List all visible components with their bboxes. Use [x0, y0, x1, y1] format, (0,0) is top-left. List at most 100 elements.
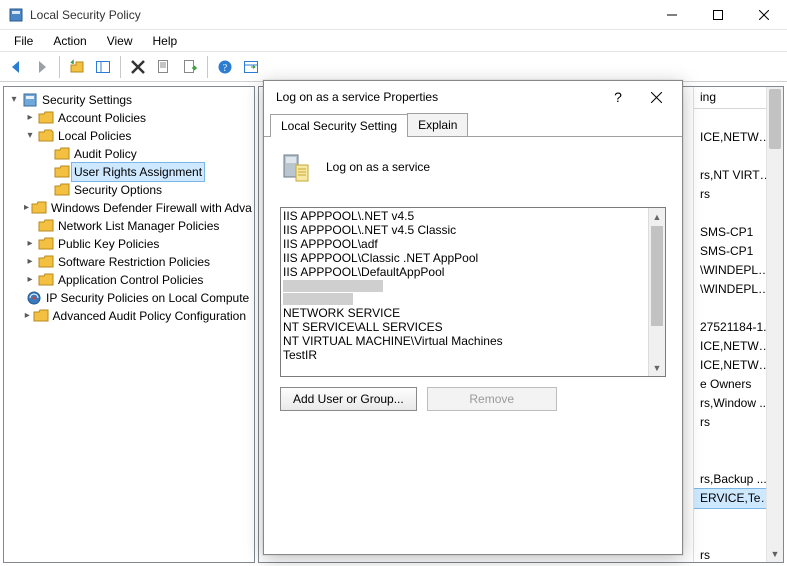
scroll-down-icon[interactable]: ▼: [767, 545, 783, 562]
dialog-close-button[interactable]: [636, 83, 676, 111]
back-button[interactable]: [4, 55, 28, 79]
tree-item[interactable]: ▸ Windows Defender Firewall with Adva: [24, 199, 254, 217]
folder-icon: [38, 272, 54, 288]
member-item[interactable]: NT SERVICE\ALL SERVICES: [283, 320, 646, 334]
properties-dialog: Log on as a service Properties ? Local S…: [263, 80, 683, 555]
help-button[interactable]: ?: [213, 55, 237, 79]
maximize-button[interactable]: [695, 0, 741, 30]
folder-icon: [38, 128, 54, 144]
security-settings-icon: [22, 92, 38, 108]
menu-action[interactable]: Action: [45, 32, 94, 50]
tree-item[interactable]: Audit Policy: [40, 145, 254, 163]
expand-icon[interactable]: ▸: [24, 238, 36, 250]
policy-name-label: Log on as a service: [326, 160, 430, 174]
dialog-help-button[interactable]: ?: [600, 83, 636, 111]
folder-icon: [38, 236, 54, 252]
tree-root-item[interactable]: ▾ Security Settings: [8, 91, 254, 109]
menu-bar: File Action View Help: [0, 30, 787, 52]
tree-item-label: Public Key Policies: [56, 235, 161, 253]
redacted-member: [283, 293, 353, 305]
expand-icon[interactable]: ▸: [24, 112, 36, 124]
tree-item[interactable]: ▸ Public Key Policies: [24, 235, 254, 253]
listbox-scrollbar[interactable]: ▲ ▼: [648, 208, 665, 376]
scrollbar-thumb[interactable]: [769, 89, 781, 149]
dialog-title-bar[interactable]: Log on as a service Properties ?: [264, 81, 682, 113]
toolbar: ?: [0, 52, 787, 82]
member-item[interactable]: IIS APPPOOL\.NET v4.5: [283, 209, 646, 223]
properties-button[interactable]: [152, 55, 176, 79]
tree-item[interactable]: IP Security Policies on Local Compute: [24, 289, 254, 307]
menu-help[interactable]: Help: [145, 32, 186, 50]
expand-icon[interactable]: ▸: [24, 256, 36, 268]
tree-pane[interactable]: ▾ Security Settings ▸ Account Policies ▾ Loca…: [3, 86, 255, 563]
remove-button[interactable]: Remove: [427, 387, 557, 411]
tree-item-label: Advanced Audit Policy Configuration: [51, 307, 248, 325]
details-scrollbar[interactable]: ▲ ▼: [766, 87, 783, 562]
policy-icon: [280, 151, 312, 183]
member-item[interactable]: IIS APPPOOL\adf: [283, 237, 646, 251]
tree-item-label: Account Policies: [56, 109, 148, 127]
folder-icon: [54, 146, 70, 162]
tree-item-label: Local Policies: [56, 127, 133, 145]
tree-item[interactable]: ▾ Local Policies: [24, 127, 254, 145]
window-title: Local Security Policy: [30, 8, 141, 22]
tab-local-security-setting[interactable]: Local Security Setting: [270, 114, 408, 137]
menu-file[interactable]: File: [6, 32, 41, 50]
tree-item-label: Security Options: [72, 181, 164, 199]
close-button[interactable]: [741, 0, 787, 30]
member-item[interactable]: NETWORK SERVICE: [283, 306, 646, 320]
folder-icon: [26, 290, 42, 306]
title-bar: Local Security Policy: [0, 0, 787, 30]
expand-icon[interactable]: ▾: [8, 94, 20, 106]
folder-icon: [38, 110, 54, 126]
svg-text:?: ?: [223, 63, 228, 74]
tree-item-label: User Rights Assignment: [72, 163, 204, 181]
menu-view[interactable]: View: [99, 32, 141, 50]
folder-icon: [38, 254, 54, 270]
member-item[interactable]: IIS APPPOOL\DefaultAppPool: [283, 265, 646, 279]
up-button[interactable]: [65, 55, 89, 79]
tree-item[interactable]: ▸ Software Restriction Policies: [24, 253, 254, 271]
folder-icon: [33, 308, 49, 324]
tree-item-label: Network List Manager Policies: [56, 217, 221, 235]
tree-item[interactable]: ▸ Advanced Audit Policy Configuration: [24, 307, 254, 325]
forward-button[interactable]: [30, 55, 54, 79]
delete-button[interactable]: [126, 55, 150, 79]
folder-icon: [54, 164, 70, 180]
expand-icon[interactable]: ▸: [24, 274, 36, 286]
tree-item[interactable]: ▸ Application Control Policies: [24, 271, 254, 289]
dialog-tabstrip: Local Security Setting Explain: [264, 113, 682, 137]
tree-item[interactable]: Security Options: [40, 181, 254, 199]
expand-icon[interactable]: ▸: [24, 310, 31, 322]
expand-icon[interactable]: ▾: [24, 130, 36, 142]
listbox-scroll-down-icon[interactable]: ▼: [649, 359, 665, 376]
folder-icon: [31, 200, 47, 216]
member-item[interactable]: IIS APPPOOL\.NET v4.5 Classic: [283, 223, 646, 237]
tree-item-label: Windows Defender Firewall with Adva: [49, 199, 254, 217]
dialog-title: Log on as a service Properties: [276, 90, 600, 104]
tree-item-label: Security Settings: [40, 91, 134, 109]
folder-icon: [38, 218, 54, 234]
member-item[interactable]: TestIR: [283, 348, 646, 362]
tree-item[interactable]: Network List Manager Policies: [24, 217, 254, 235]
minimize-button[interactable]: [649, 0, 695, 30]
tree-item-label: IP Security Policies on Local Compute: [44, 289, 251, 307]
tree-item[interactable]: ▸ Account Policies: [24, 109, 254, 127]
tree-item[interactable]: User Rights Assignment: [40, 163, 254, 181]
refresh-button[interactable]: [239, 55, 263, 79]
tree-item-label: Audit Policy: [72, 145, 139, 163]
app-icon: [8, 7, 24, 23]
member-item[interactable]: NT VIRTUAL MACHINE\Virtual Machines: [283, 334, 646, 348]
members-listbox[interactable]: IIS APPPOOL\.NET v4.5IIS APPPOOL\.NET v4…: [280, 207, 666, 377]
tab-explain[interactable]: Explain: [407, 113, 468, 136]
redacted-member: [283, 280, 383, 292]
show-hide-tree-button[interactable]: [91, 55, 115, 79]
tree-item-label: Software Restriction Policies: [56, 253, 212, 271]
tree-item-label: Application Control Policies: [56, 271, 205, 289]
expand-icon[interactable]: ▸: [24, 202, 29, 214]
export-list-button[interactable]: [178, 55, 202, 79]
member-item[interactable]: IIS APPPOOL\Classic .NET AppPool: [283, 251, 646, 265]
listbox-scrollbar-thumb[interactable]: [651, 226, 663, 326]
listbox-scroll-up-icon[interactable]: ▲: [649, 208, 665, 225]
add-user-or-group-button[interactable]: Add User or Group...: [280, 387, 417, 411]
